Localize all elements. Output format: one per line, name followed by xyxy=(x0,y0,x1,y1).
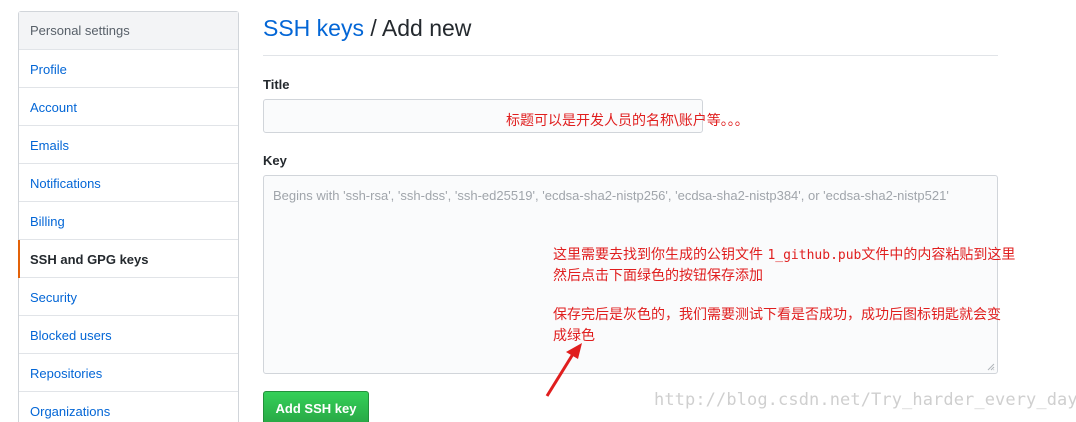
key-annotation: 这里需要去找到你生成的公钥文件 1_github.pub文件中的内容粘贴到这里 … xyxy=(553,247,1016,284)
title-field-label: Title xyxy=(263,77,290,92)
key-placeholder: Begins with 'ssh-rsa', 'ssh-dss', 'ssh-e… xyxy=(273,188,949,203)
page-title: SSH keys / Add new xyxy=(263,15,998,56)
annotation-arrow-icon xyxy=(545,343,582,397)
sidebar-item-security[interactable]: Security xyxy=(19,278,238,316)
title-add-new: Add new xyxy=(381,15,472,41)
pubkey-filename: 1_github.pub xyxy=(767,248,862,263)
sidebar-header: Personal settings xyxy=(19,12,238,50)
add-ssh-key-button[interactable]: Add SSH key xyxy=(263,391,369,422)
sidebar-item-organizations[interactable]: Organizations xyxy=(19,392,238,422)
sidebar-item-notifications[interactable]: Notifications xyxy=(19,164,238,202)
title-separator: / xyxy=(370,15,377,41)
title-annotation: 标题可以是开发人员的名称\账户等。。。 xyxy=(506,113,749,129)
sidebar-item-ssh-gpg-keys[interactable]: SSH and GPG keys xyxy=(18,240,238,278)
sidebar-item-account[interactable]: Account xyxy=(19,88,238,126)
watermark: http://blog.csdn.net/Try_harder_every_da… xyxy=(654,390,1076,410)
key-field-label: Key xyxy=(263,153,287,168)
settings-sidebar: Personal settings Profile Account Emails… xyxy=(18,11,239,422)
resize-grip-icon[interactable] xyxy=(987,363,995,371)
sidebar-item-profile[interactable]: Profile xyxy=(19,50,238,88)
sidebar-item-emails[interactable]: Emails xyxy=(19,126,238,164)
sidebar-item-repositories[interactable]: Repositories xyxy=(19,354,238,392)
ssh-keys-link[interactable]: SSH keys xyxy=(263,15,364,41)
save-annotation: 保存完后是灰色的，我们需要测试下看是否成功，成功后图标钥匙就会变 成绿色 xyxy=(553,307,1001,344)
sidebar-item-billing[interactable]: Billing xyxy=(19,202,238,240)
sidebar-item-blocked-users[interactable]: Blocked users xyxy=(19,316,238,354)
